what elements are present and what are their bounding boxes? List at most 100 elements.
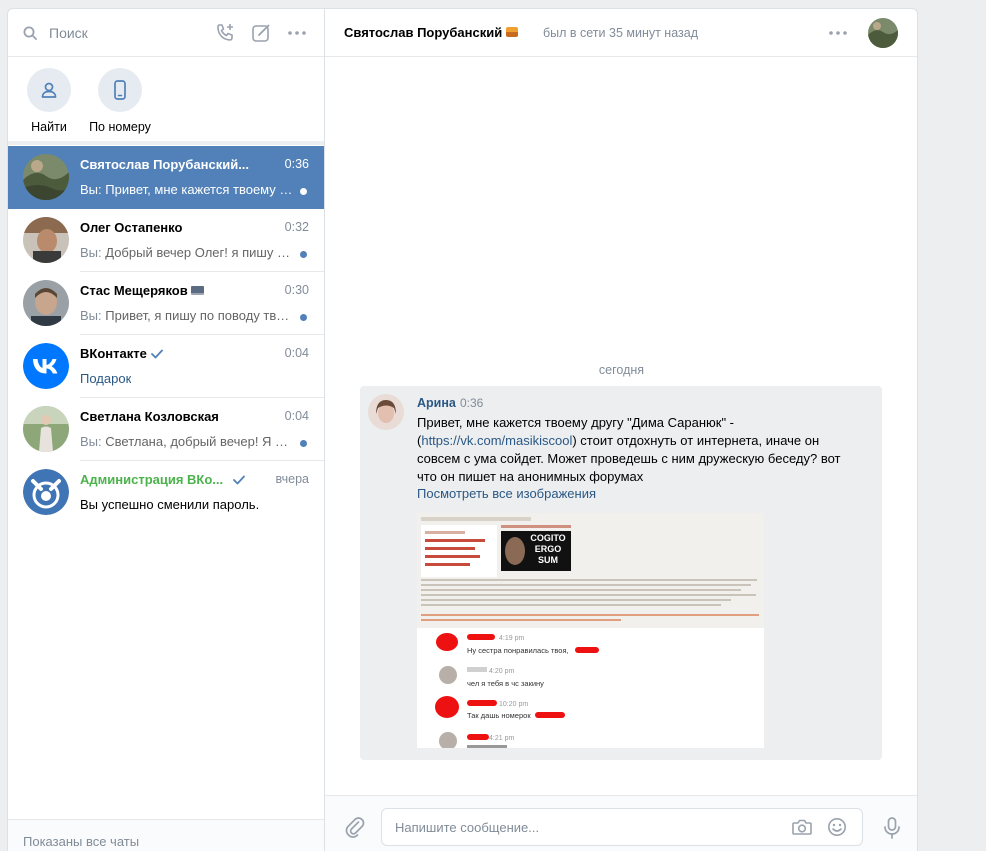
chat-name: Стас Мещеряков [80, 283, 205, 298]
by-number-button[interactable]: По номеру [88, 68, 152, 134]
message-bubble[interactable]: Арина 0:36 Привет, мне кажется твоему др… [360, 386, 882, 760]
messenger-window: Поиск Найти По номеру Святослав Порубанс… [7, 8, 918, 851]
attach-icon[interactable] [344, 816, 366, 838]
conversation-header: Святослав Порубанский был в сети 35 мину… [325, 9, 917, 57]
search-bar: Поиск [8, 9, 324, 57]
chat-preview: Подарок [80, 371, 132, 386]
you-prefix: Вы: [80, 308, 102, 323]
chat-time: вчера [275, 472, 309, 486]
search-icon [23, 26, 37, 40]
chat-name: Администрация ВКо... [80, 472, 246, 487]
chat-name: Олег Остапенко [80, 220, 183, 235]
laptop-emoji-icon [191, 286, 205, 295]
phone-icon [114, 80, 126, 100]
message-text: Привет, мне кажется твоему другу "Дима С… [417, 414, 857, 486]
chat-line-time-2: 4:20 pm [489, 668, 514, 675]
preview-text: Добрый вечер Олег! я пишу по... [101, 245, 295, 260]
chat-line-time-3: 10:20 pm [499, 701, 528, 708]
you-prefix: Вы: [80, 434, 102, 449]
cogito-text: COGITO [530, 533, 565, 543]
chat-item-oleg[interactable]: Олег Остапенко 0:32 Вы: Добрый вечер Оле… [8, 209, 324, 272]
find-label: Найти [31, 120, 67, 134]
message-link[interactable]: https://vk.com/masikiscool [421, 433, 572, 448]
chat-item-svyatoslav[interactable]: Святослав Порубанский... 0:36 Вы: Привет… [8, 146, 324, 209]
chat-time: 0:30 [284, 283, 309, 297]
chat-list: Святослав Порубанский... 0:36 Вы: Привет… [8, 146, 324, 524]
avatar [23, 154, 69, 200]
unread-dot [300, 188, 307, 195]
unread-dot [300, 314, 307, 321]
message-avatar[interactable] [368, 394, 404, 430]
preview-text: Привет, мне кажется твоему д... [101, 182, 295, 197]
emoji-icon[interactable] [826, 817, 848, 837]
vk-logo-icon [23, 343, 69, 389]
unread-dot [300, 251, 307, 258]
chat-name: Святослав Порубанский... [80, 157, 250, 172]
chat-time: 0:36 [284, 157, 309, 171]
more-icon[interactable] [827, 24, 849, 42]
avatar [23, 406, 69, 452]
chat-preview: Вы успешно сменили пароль. [80, 497, 260, 512]
all-chats-shown-label: Показаны все чаты [23, 834, 140, 849]
chat-name-text: Администрация ВКо... [80, 472, 224, 487]
message-time[interactable]: 0:36 [460, 396, 483, 410]
add-call-icon[interactable] [214, 22, 236, 44]
user-icon [41, 82, 57, 98]
chat-preview: Вы: Светлана, добрый вечер! Я яв... [80, 434, 295, 449]
vk-admin-logo-icon [23, 469, 69, 515]
sunset-emoji-icon [506, 27, 519, 37]
verified-icon [150, 349, 163, 359]
chat-preview: Вы: Добрый вечер Олег! я пишу по... [80, 245, 295, 260]
you-prefix: Вы: [80, 182, 102, 197]
conversation-panel: Святослав Порубанский был в сети 35 мину… [325, 9, 917, 851]
chat-line-text-2: чел я тебя в чс закину [467, 679, 544, 688]
page-background-strip [918, 8, 986, 851]
chat-line-text-3: Так дашь номерок [467, 711, 531, 720]
chat-name-text: ВКонтакте [80, 346, 147, 361]
message-author[interactable]: Арина [417, 396, 456, 410]
chat-name: Светлана Козловская [80, 409, 219, 424]
preview-text: Светлана, добрый вечер! Я яв... [101, 434, 295, 449]
by-number-label: По номеру [89, 120, 151, 134]
avatar [23, 469, 69, 515]
camera-icon[interactable] [791, 817, 813, 837]
conversation-title[interactable]: Святослав Порубанский [344, 25, 519, 40]
chat-item-administration[interactable]: Администрация ВКо... вчера Вы успешно см… [8, 461, 324, 524]
preview-text: Привет, я пишу по поводу твое... [101, 308, 295, 323]
more-icon[interactable] [286, 22, 308, 44]
chat-preview: Вы: Привет, мне кажется твоему д... [80, 182, 295, 197]
message-input[interactable]: Напишите сообщение... [381, 808, 863, 846]
date-separator: сегодня [598, 363, 645, 377]
quick-actions: Найти По номеру [8, 57, 324, 145]
chat-line-time-4: 4:21 pm [489, 735, 514, 742]
chat-line-text-1: Ну сестра понравилась твоя, [467, 646, 569, 655]
you-prefix: Вы: [80, 245, 102, 260]
chat-name-text: Стас Мещеряков [80, 283, 188, 298]
compose-icon[interactable] [250, 22, 272, 44]
avatar [23, 217, 69, 263]
search-input[interactable]: Поиск [49, 25, 88, 41]
chat-time: 0:32 [284, 220, 309, 234]
header-avatar[interactable] [868, 18, 898, 48]
avatar [23, 280, 69, 326]
chat-item-stas[interactable]: Стас Мещеряков 0:30 Вы: Привет, я пишу п… [8, 272, 324, 335]
ergo-text: ERGO [535, 544, 562, 554]
image-attachment[interactable]: COGITO ERGO SUM 4:19 pm Ну сестра понрав… [417, 513, 764, 748]
sum-text: SUM [538, 555, 558, 565]
chat-time: 0:04 [284, 346, 309, 360]
conversation-title-text: Святослав Порубанский [344, 25, 503, 40]
find-button[interactable]: Найти [25, 68, 73, 134]
chat-item-vkontakte[interactable]: ВКонтакте 0:04 Подарок [8, 335, 324, 398]
chat-list-footer: Показаны все чаты [8, 819, 324, 851]
view-all-images-link[interactable]: Посмотреть все изображения [417, 486, 596, 501]
chat-name: ВКонтакте [80, 346, 163, 361]
message-composer: Напишите сообщение... [325, 795, 917, 851]
chat-sidebar: Поиск Найти По номеру Святослав Порубанс… [8, 9, 325, 851]
chat-time: 0:04 [284, 409, 309, 423]
last-seen-status: был в сети 35 минут назад [543, 26, 698, 40]
unread-dot [300, 440, 307, 447]
message-input-placeholder: Напишите сообщение... [395, 820, 540, 835]
microphone-icon[interactable] [881, 816, 903, 840]
verified-icon [233, 475, 246, 485]
chat-item-svetlana[interactable]: Светлана Козловская 0:04 Вы: Светлана, д… [8, 398, 324, 461]
